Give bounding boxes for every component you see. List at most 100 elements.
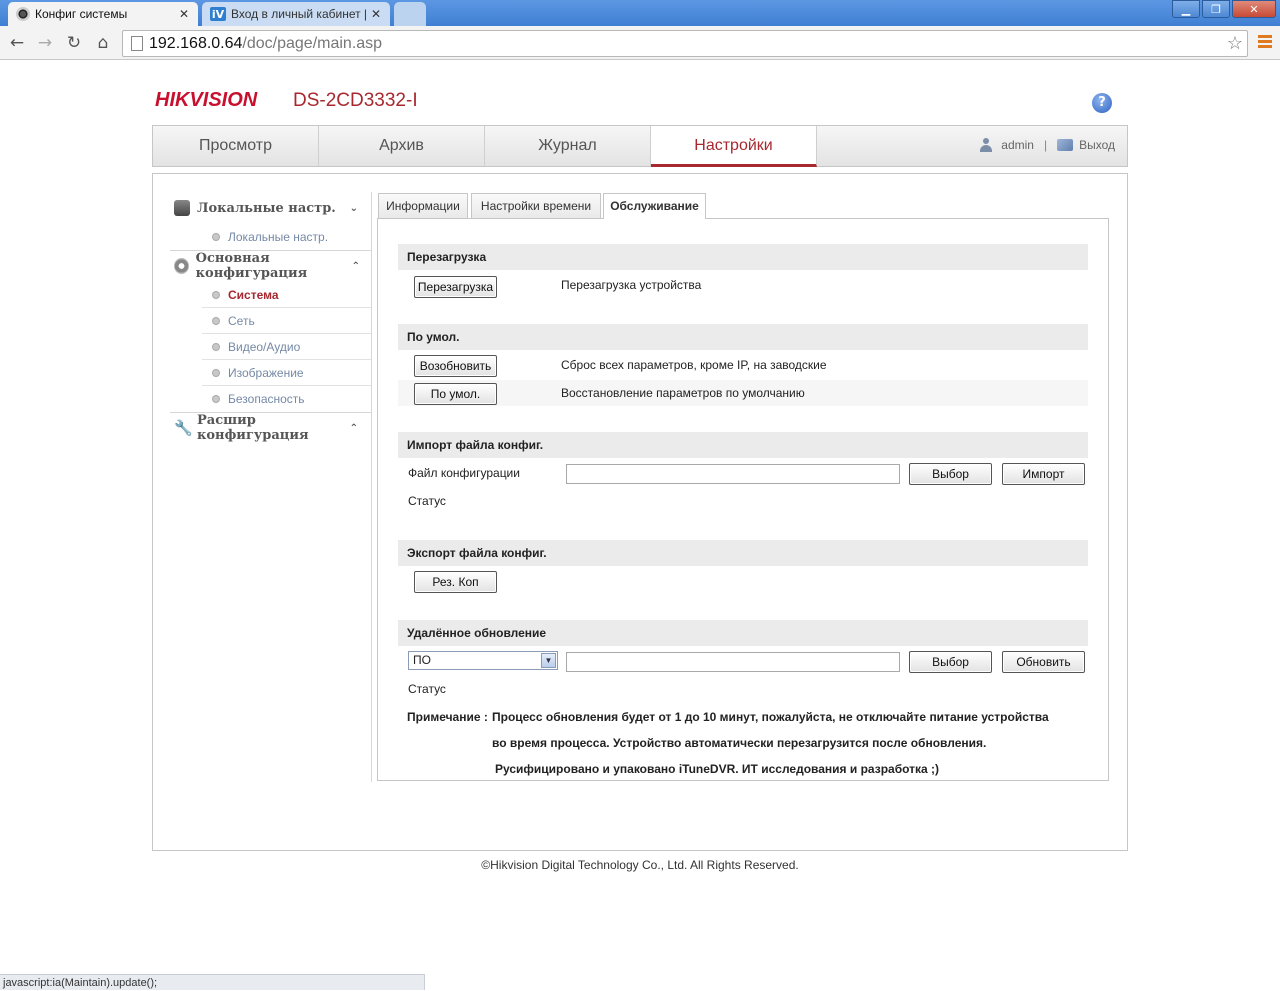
note-line-3: Русифицировано и упаковано iTuneDVR. ИТ … (495, 762, 940, 776)
device-model: DS-2CD3332-I (293, 90, 418, 111)
url-path: /doc/page/main.asp (242, 34, 383, 52)
sidebar-item-label: Система (228, 287, 279, 302)
sidebar-item-security[interactable]: Безопасность (202, 386, 372, 412)
sidebar-border (371, 192, 372, 782)
default-button[interactable]: По умол. (414, 383, 497, 405)
bookmark-star-icon[interactable]: ☆ (1227, 33, 1243, 54)
bullet-icon (212, 316, 220, 325)
reload-icon[interactable]: ↻ (63, 32, 85, 54)
forward-arrow-icon[interactable]: → (34, 32, 56, 54)
close-icon[interactable]: ✕ (370, 7, 382, 21)
tab-preview[interactable]: Просмотр (153, 126, 319, 166)
note-line-2: во время процесса. Устройство автоматиче… (492, 736, 987, 750)
backup-button[interactable]: Рез. Коп (414, 571, 497, 593)
tab-log[interactable]: Журнал (485, 126, 651, 166)
import-browse-button[interactable]: Выбор (909, 463, 992, 485)
sidebar-group-label: Основная конфигурация (195, 251, 308, 281)
section-reboot-title: Перезагрузка (398, 244, 1088, 270)
browser-menu-icon[interactable] (1258, 35, 1272, 50)
tab-info[interactable]: Информации (378, 193, 468, 219)
restore-description: Сброс всех параметров, кроме IP, на заво… (561, 358, 827, 372)
sidebar-item-label: Безопасность (228, 392, 305, 406)
maintenance-panel (377, 218, 1109, 781)
bullet-icon (212, 290, 220, 299)
section-upgrade-title: Удалённое обновление (398, 620, 1088, 646)
reboot-description: Перезагрузка устройства (561, 278, 702, 292)
camera-favicon-icon (16, 7, 30, 21)
sidebar-group-label: Локальные настр. (197, 200, 336, 216)
upgrade-type-select[interactable]: ПО ▼ (408, 651, 558, 670)
window-close-icon[interactable]: ✕ (1232, 0, 1276, 18)
bullet-icon (212, 233, 220, 241)
window-controls: ▁ ❐ ✕ (1170, 0, 1276, 18)
logout-link[interactable]: Выход (1079, 138, 1115, 152)
sidebar-item-network[interactable]: Сеть (202, 308, 372, 334)
reboot-button[interactable]: Перезагрузка (414, 276, 497, 298)
sidebar-item-system[interactable]: Система (202, 282, 372, 308)
address-bar[interactable]: 192.168.0.64/doc/page/main.asp ☆ (122, 30, 1248, 57)
sidebar-item-video-audio[interactable]: Видео/Аудио (202, 334, 372, 360)
config-file-label: Файл конфигурации (408, 466, 520, 480)
url-host: 192.168.0.64 (149, 34, 243, 52)
browser-toolbar: ← → ↻ ⌂ 192.168.0.64/doc/page/main.asp ☆ (0, 26, 1280, 60)
sidebar-group-label: Расшир конфигурация (197, 413, 309, 443)
firmware-file-input[interactable] (566, 652, 900, 672)
upgrade-status-label: Статус (408, 682, 446, 696)
section-import-title: Импорт файла конфиг. (398, 432, 1088, 458)
browser-tab-title: Вход в личный кабинет | Iv (231, 7, 370, 21)
sidebar-item-label: Сеть (228, 313, 255, 328)
sidebar-item-label: Локальные настр. (228, 230, 329, 244)
chevron-down-icon: ⌄ (349, 202, 358, 214)
bullet-icon (212, 342, 220, 351)
new-tab-button[interactable] (394, 2, 426, 26)
tab-settings[interactable]: Настройки (651, 126, 817, 167)
restore-button[interactable]: Возобновить (414, 355, 497, 377)
iv-favicon-icon: iV (210, 7, 226, 21)
note-line-1: Процесс обновления будет от 1 до 10 мину… (492, 710, 1049, 724)
monitor-icon (174, 200, 190, 216)
back-arrow-icon[interactable]: ← (6, 32, 28, 54)
upgrade-button[interactable]: Обновить (1002, 651, 1085, 673)
browser-tab-config[interactable]: Конфиг системы ✕ (8, 2, 198, 26)
chevron-up-icon: ⌃ (351, 260, 360, 272)
user-icon (979, 138, 993, 152)
sidebar-item-image[interactable]: Изображение (202, 360, 372, 386)
gear-icon (174, 258, 189, 274)
close-icon[interactable]: ✕ (178, 7, 190, 21)
sidebar-item-local-settings[interactable]: Локальные настр. (202, 224, 372, 250)
sidebar-item-label: Видео/Аудио (228, 339, 301, 354)
browser-tab-bar: Конфиг системы ✕ iV Вход в личный кабине… (0, 0, 1280, 26)
config-file-input[interactable] (566, 464, 900, 484)
tab-archive[interactable]: Архив (319, 126, 485, 166)
browser-status-bar: javascript:ia(Maintain).update(); (0, 974, 425, 990)
username: admin (1001, 138, 1034, 152)
wrench-icon: 🔧 (174, 419, 193, 437)
help-icon[interactable]: ? (1092, 93, 1112, 113)
upgrade-browse-button[interactable]: Выбор (909, 651, 992, 673)
copyright-footer: ©Hikvision Digital Technology Co., Ltd. … (481, 858, 799, 872)
hikvision-logo: HIKVISION (155, 89, 258, 111)
sidebar-item-label: Изображение (228, 365, 304, 380)
note-label: Примечание : (407, 710, 488, 724)
chevron-up-icon: ⌃ (349, 422, 358, 434)
restore-icon[interactable]: ❐ (1202, 0, 1230, 18)
tab-maintenance[interactable]: Обслуживание (603, 193, 706, 219)
import-button[interactable]: Импорт (1002, 463, 1085, 485)
browser-tab-cabinet[interactable]: iV Вход в личный кабинет | Iv ✕ (202, 2, 390, 26)
separator: | (1043, 138, 1048, 152)
section-default-title: По умол. (398, 324, 1088, 350)
tab-time-settings[interactable]: Настройки времени (471, 193, 601, 219)
bullet-icon (212, 395, 220, 403)
minimize-icon[interactable]: ▁ (1172, 0, 1200, 18)
sidebar-group-local[interactable]: Локальные настр. ⌄ (170, 194, 370, 222)
sidebar-group-advanced[interactable]: 🔧 Расшир конфигурация ⌃ (170, 413, 370, 443)
bullet-icon (212, 368, 220, 377)
home-icon[interactable]: ⌂ (92, 32, 114, 54)
default-description: Восстановление параметров по умолчанию (561, 386, 805, 400)
section-export-title: Экспорт файла конфиг. (398, 540, 1088, 566)
main-navigation: Просмотр Архив Журнал Настройки admin | … (152, 125, 1128, 167)
logout-icon[interactable] (1057, 139, 1074, 151)
page-icon (131, 36, 143, 51)
select-value: ПО (413, 653, 431, 667)
sidebar-group-basic[interactable]: Основная конфигурация ⌃ (170, 251, 370, 281)
